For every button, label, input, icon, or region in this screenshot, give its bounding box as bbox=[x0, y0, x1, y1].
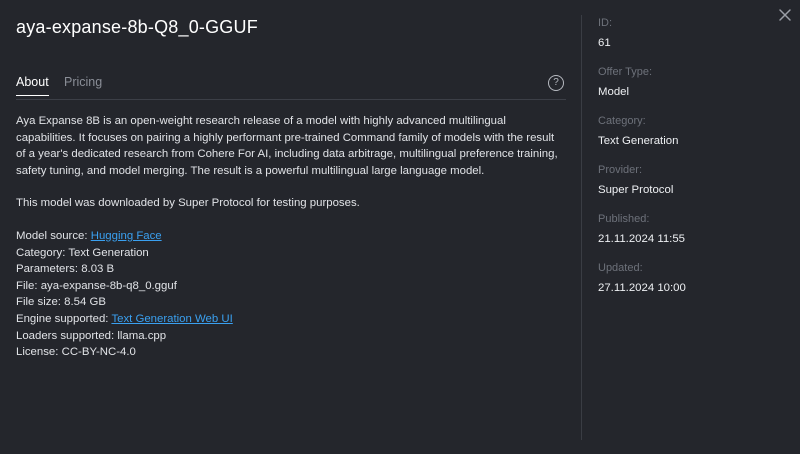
id-value: 61 bbox=[598, 37, 611, 49]
file-size-label: File size: bbox=[16, 296, 61, 309]
provider-value: Super Protocol bbox=[598, 184, 674, 196]
model-source-label: Model source: bbox=[16, 229, 88, 242]
updated-field: Updated: 27.11.2024 10:00 bbox=[598, 261, 778, 310]
model-source-link[interactable]: Hugging Face bbox=[91, 230, 162, 242]
license-row: License: CC-BY-NC-4.0 bbox=[16, 344, 566, 361]
category-field-value: Text Generation bbox=[598, 135, 679, 147]
engine-link[interactable]: Text Generation Web UI bbox=[111, 313, 232, 325]
file-size-value: 8.54 GB bbox=[64, 296, 106, 309]
published-label: Published: bbox=[598, 213, 650, 225]
main-panel: aya-expanse-8b-Q8_0-GGUF About Pricing ?… bbox=[16, 0, 566, 454]
category-label: Category: bbox=[16, 246, 66, 259]
category-row: Category: Text Generation bbox=[16, 245, 566, 262]
provider-field: Provider: Super Protocol bbox=[598, 163, 778, 212]
file-size-row: File size: 8.54 GB bbox=[16, 294, 566, 311]
published-field: Published: 21.11.2024 11:55 bbox=[598, 212, 778, 261]
category-field: Category: Text Generation bbox=[598, 114, 778, 163]
tab-pricing[interactable]: Pricing bbox=[64, 75, 102, 95]
model-description: Aya Expanse 8B is an open-weight researc… bbox=[16, 115, 558, 177]
license-value: CC-BY-NC-4.0 bbox=[61, 346, 136, 359]
offer-details-modal: aya-expanse-8b-Q8_0-GGUF About Pricing ?… bbox=[0, 0, 800, 454]
published-value: 21.11.2024 11:55 bbox=[598, 233, 685, 245]
vertical-divider bbox=[581, 15, 582, 440]
loaders-row: Loaders supported: llama.cpp bbox=[16, 328, 566, 345]
category-field-label: Category: bbox=[598, 115, 646, 127]
parameters-value: 8.03 B bbox=[81, 263, 115, 276]
about-content: Aya Expanse 8B is an open-weight researc… bbox=[16, 113, 566, 361]
offer-title: aya-expanse-8b-Q8_0-GGUF bbox=[16, 17, 258, 37]
help-icon[interactable]: ? bbox=[548, 75, 564, 91]
loaders-value: llama.cpp bbox=[117, 329, 167, 342]
loaders-label: Loaders supported: bbox=[16, 329, 115, 342]
close-button[interactable] bbox=[776, 6, 794, 24]
engine-row: Engine supported: Text Generation Web UI bbox=[16, 311, 566, 328]
tab-about[interactable]: About bbox=[16, 75, 49, 96]
offer-type-label: Offer Type: bbox=[598, 66, 653, 78]
download-note: This model was downloaded by Super Proto… bbox=[16, 197, 360, 210]
file-label: File: bbox=[16, 279, 38, 292]
updated-value: 27.11.2024 10:00 bbox=[598, 282, 686, 294]
parameters-row: Parameters: 8.03 B bbox=[16, 261, 566, 278]
parameters-label: Parameters: bbox=[16, 263, 79, 276]
updated-label: Updated: bbox=[598, 262, 643, 274]
details-sidebar: ID: 61 Offer Type: Model Category: Text … bbox=[598, 16, 778, 310]
license-label: License: bbox=[16, 346, 59, 359]
id-field: ID: 61 bbox=[598, 16, 778, 65]
file-value: aya-expanse-8b-q8_0.gguf bbox=[40, 279, 177, 292]
engine-label: Engine supported: bbox=[16, 312, 109, 325]
provider-label: Provider: bbox=[598, 164, 643, 176]
category-value: Text Generation bbox=[68, 246, 149, 259]
file-row: File: aya-expanse-8b-q8_0.gguf bbox=[16, 278, 566, 295]
tab-bar: About Pricing ? bbox=[16, 72, 566, 100]
id-label: ID: bbox=[598, 17, 613, 29]
offer-type-field: Offer Type: Model bbox=[598, 65, 778, 114]
close-icon bbox=[779, 9, 791, 21]
model-source-row: Model source: Hugging Face bbox=[16, 228, 566, 245]
offer-type-value: Model bbox=[598, 86, 630, 98]
